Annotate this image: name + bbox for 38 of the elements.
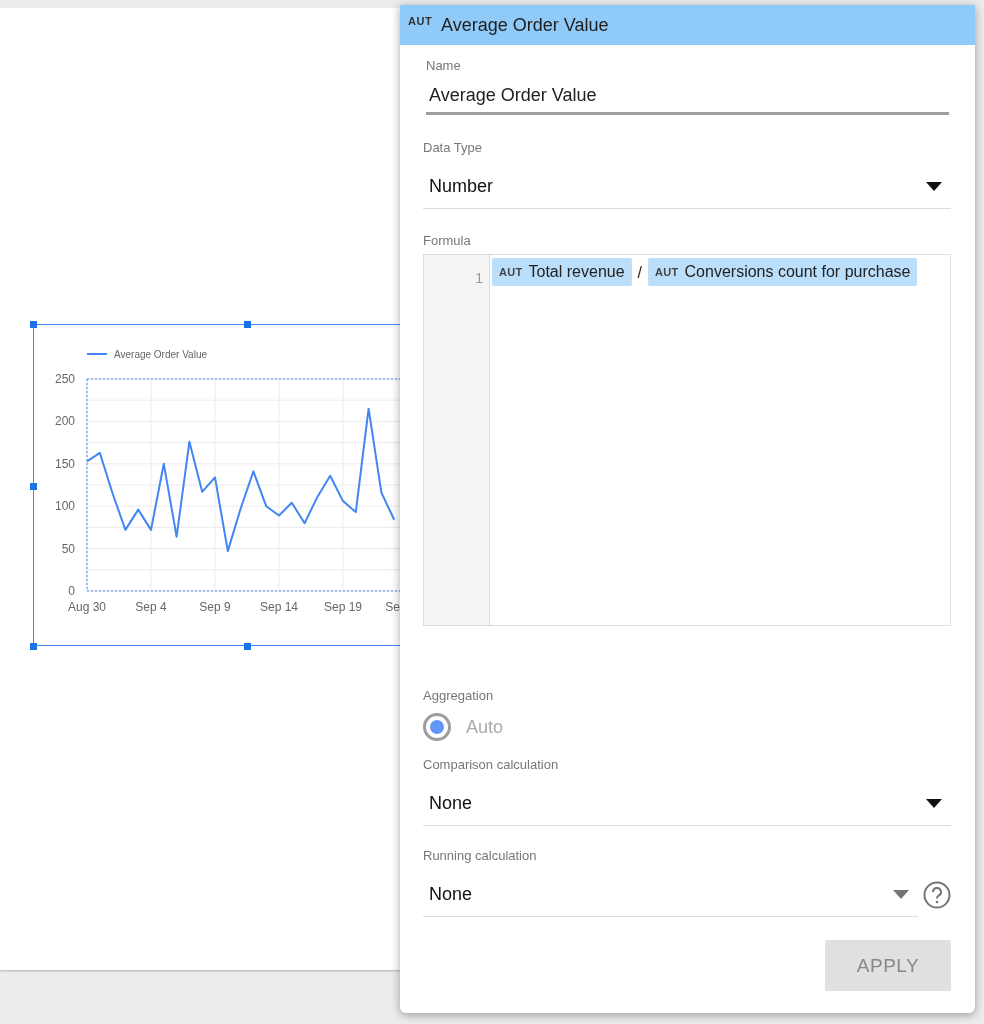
resize-handle[interactable] bbox=[244, 643, 251, 650]
resize-handle[interactable] bbox=[30, 321, 37, 328]
field-type-label: AUT bbox=[408, 15, 433, 27]
x-axis-label: Sep 4 bbox=[135, 600, 167, 614]
field-label: Formula bbox=[423, 233, 472, 248]
legend-label: Average Order Value bbox=[114, 349, 208, 360]
field-label: Data Type bbox=[423, 140, 484, 155]
panel-title: Average Order Value bbox=[441, 14, 609, 36]
x-axis-label: Se bbox=[385, 600, 400, 614]
x-axis-label: Sep 14 bbox=[260, 600, 298, 614]
help-icon[interactable] bbox=[923, 881, 951, 909]
y-axis-label: 250 bbox=[54, 372, 75, 386]
field-label: Aggregation bbox=[423, 688, 495, 703]
field-label: Comparison calculation bbox=[423, 757, 560, 772]
name-input-field[interactable]: Average Order Value bbox=[426, 73, 949, 115]
resize-handle[interactable] bbox=[30, 483, 37, 490]
resize-handle[interactable] bbox=[244, 321, 251, 328]
x-axis-label: Sep 9 bbox=[199, 600, 231, 614]
x-axis-label: Aug 30 bbox=[68, 600, 106, 614]
y-axis-label: 50 bbox=[61, 541, 75, 556]
x-axis-label: Sep 19 bbox=[324, 600, 362, 614]
resize-handle[interactable] bbox=[30, 643, 37, 650]
field-chip[interactable]: AUT Conversions count for purchase bbox=[648, 258, 918, 286]
y-axis-label: 0 bbox=[68, 584, 75, 598]
field-chip[interactable]: AUT Total revenue bbox=[492, 258, 632, 286]
field-label: Name bbox=[426, 58, 462, 73]
y-axis-label: 150 bbox=[54, 456, 75, 471]
dropdown-arrow-icon bbox=[893, 890, 909, 899]
field-label: Running calculation bbox=[423, 848, 538, 863]
dropdown-arrow-icon bbox=[926, 799, 942, 808]
radio-label: Auto bbox=[466, 716, 504, 738]
y-axis-label: 100 bbox=[54, 499, 75, 514]
chart-legend: Average Order Value bbox=[86, 349, 208, 360]
y-axis-label: 200 bbox=[54, 414, 75, 429]
line-number: 1 bbox=[474, 270, 483, 286]
formula-editor[interactable]: 1 AUT Total revenue / AUT Conversions count for purchase bbox=[423, 254, 951, 626]
dropdown-arrow-icon bbox=[926, 182, 942, 191]
formula-operator: / bbox=[637, 264, 643, 282]
